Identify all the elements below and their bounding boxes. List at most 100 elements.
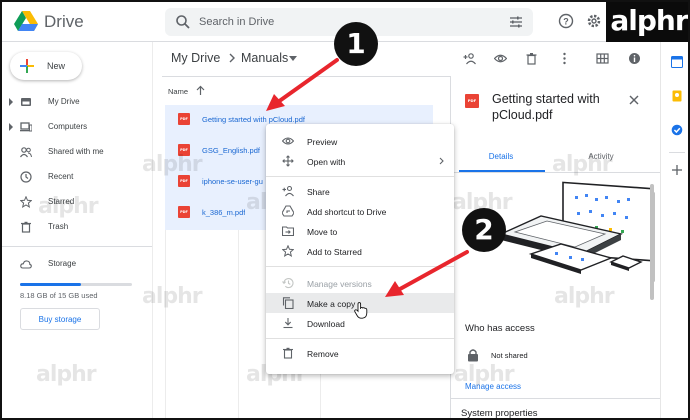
menu-item-label: Add to Starred — [307, 247, 362, 257]
menu-divider — [266, 176, 454, 177]
open-with-icon — [282, 155, 294, 167]
star-icon — [20, 196, 32, 208]
help-icon[interactable]: ? — [558, 13, 574, 29]
grid-view-icon[interactable] — [596, 52, 609, 65]
sidebar-item-my-drive[interactable]: My Drive — [2, 92, 152, 112]
menu-item-label: Remove — [307, 349, 339, 359]
search-options-icon[interactable] — [509, 15, 523, 29]
watermark: alphr — [36, 362, 97, 387]
share-icon[interactable] — [463, 52, 476, 65]
keep-icon[interactable] — [671, 90, 683, 102]
sidebar-item-label: Shared with me — [48, 147, 104, 156]
caret-down-icon[interactable] — [289, 56, 297, 61]
sidebar-item-computers[interactable]: Computers — [2, 117, 152, 137]
storage-label: Storage — [48, 259, 77, 268]
storage-usage-bar — [20, 283, 132, 286]
sidebar-item-storage[interactable]: Storage — [2, 254, 152, 274]
breadcrumb-my-drive[interactable]: My Drive — [171, 51, 220, 65]
menu-divider — [266, 266, 454, 267]
sidebar-item-shared[interactable]: Shared with me — [2, 142, 152, 162]
pdf-file-icon: PDF — [465, 94, 479, 108]
close-icon[interactable] — [629, 95, 639, 105]
menu-item-label: Add shortcut to Drive — [307, 207, 387, 217]
file-name: GSG_English.pdf — [202, 146, 260, 155]
menu-item-remove[interactable]: Remove — [266, 343, 454, 363]
new-button-label: New — [47, 61, 66, 71]
caret-right-icon[interactable] — [8, 98, 14, 106]
watermark: alphr — [454, 362, 515, 387]
storage-usage-text: 8.18 GB of 15 GB used — [20, 291, 98, 300]
lock-icon — [468, 349, 478, 362]
tasks-icon[interactable] — [671, 124, 683, 136]
preview-eye-icon[interactable] — [494, 52, 507, 65]
pdf-file-icon: PDF — [178, 206, 190, 218]
menu-item-open-with[interactable]: Open with — [266, 151, 454, 171]
trash-icon[interactable] — [525, 52, 538, 65]
step-1-badge: 1 — [334, 22, 378, 66]
menu-item-add-to-starred[interactable]: Add to Starred — [266, 241, 454, 261]
hand-cursor-icon — [354, 302, 368, 319]
side-panel-divider — [669, 152, 685, 153]
menu-item-add-shortcut[interactable]: Add shortcut to Drive — [266, 201, 454, 221]
sidebar-item-label: Recent — [48, 172, 74, 181]
gear-icon[interactable] — [586, 13, 602, 29]
breadcrumb-current-folder[interactable]: Manuals — [241, 51, 288, 65]
menu-item-move-to[interactable]: Move to — [266, 221, 454, 241]
trash-icon — [21, 221, 31, 233]
watermark: alphr — [554, 284, 615, 309]
screenshot-frame: Drive ? alphr — [0, 0, 690, 420]
menu-divider — [266, 338, 454, 339]
caret-right-icon[interactable] — [8, 123, 14, 131]
access-status: Not shared — [491, 351, 528, 360]
star-icon — [282, 245, 294, 257]
arrow-up-icon[interactable] — [196, 85, 205, 96]
download-icon — [283, 318, 293, 329]
history-icon — [282, 277, 294, 289]
eye-icon — [282, 137, 294, 145]
drive-icon — [21, 98, 31, 106]
person-add-icon — [282, 185, 294, 197]
sidebar-item-trash[interactable]: Trash — [2, 217, 152, 237]
menu-item-label: Make a copy — [307, 299, 356, 309]
sidebar-item-recent[interactable]: Recent — [2, 167, 152, 187]
shortcut-icon — [282, 205, 294, 217]
storage-usage-fill — [20, 283, 82, 286]
info-icon[interactable] — [628, 52, 641, 65]
sidebar-divider — [2, 246, 152, 247]
header-divider — [162, 76, 452, 77]
alphr-logo: alphr — [606, 2, 688, 42]
access-heading: Who has access — [465, 323, 535, 334]
calendar-icon[interactable] — [671, 56, 683, 68]
search-icon[interactable] — [175, 14, 191, 30]
buy-storage-button[interactable]: Buy storage — [20, 308, 100, 330]
watermark: alphr — [142, 152, 203, 177]
file-name: k_386_m.pdf — [202, 208, 246, 217]
menu-item-label: Open with — [307, 157, 346, 167]
more-vert-icon[interactable] — [558, 52, 571, 65]
tab-details[interactable]: Details — [451, 148, 551, 172]
system-properties-heading: System properties — [461, 408, 538, 419]
menu-item-label: Share — [307, 187, 330, 197]
sidebar-item-label: Computers — [48, 122, 88, 131]
menu-item-label: Manage versions — [307, 279, 372, 289]
side-scrollbar[interactable] — [652, 192, 655, 282]
menu-item-label: Preview — [307, 137, 338, 147]
section-divider — [451, 398, 661, 399]
new-button[interactable]: New — [10, 52, 82, 80]
cloud-icon — [20, 260, 32, 269]
step1-arrow-shaft — [276, 58, 339, 104]
context-menu: Preview Open with Share Add shortcut to … — [266, 124, 454, 374]
menu-item-share[interactable]: Share — [266, 181, 454, 201]
watermark: alphr — [142, 284, 203, 309]
pdf-file-icon: PDF — [178, 113, 190, 125]
people-icon — [20, 147, 32, 158]
plus-icon[interactable] — [671, 164, 683, 176]
tab-details-label: Details — [488, 152, 514, 161]
file-name: iphone-se-user-gu — [202, 177, 263, 186]
menu-item-manage-versions: Manage versions — [266, 273, 454, 293]
drive-logo-icon[interactable] — [14, 11, 38, 31]
menu-item-preview[interactable]: Preview — [266, 131, 454, 151]
column-header-name[interactable]: Name — [168, 87, 188, 96]
app-title: Drive — [44, 12, 84, 31]
file-name: Getting started with pCloud.pdf — [202, 115, 305, 124]
